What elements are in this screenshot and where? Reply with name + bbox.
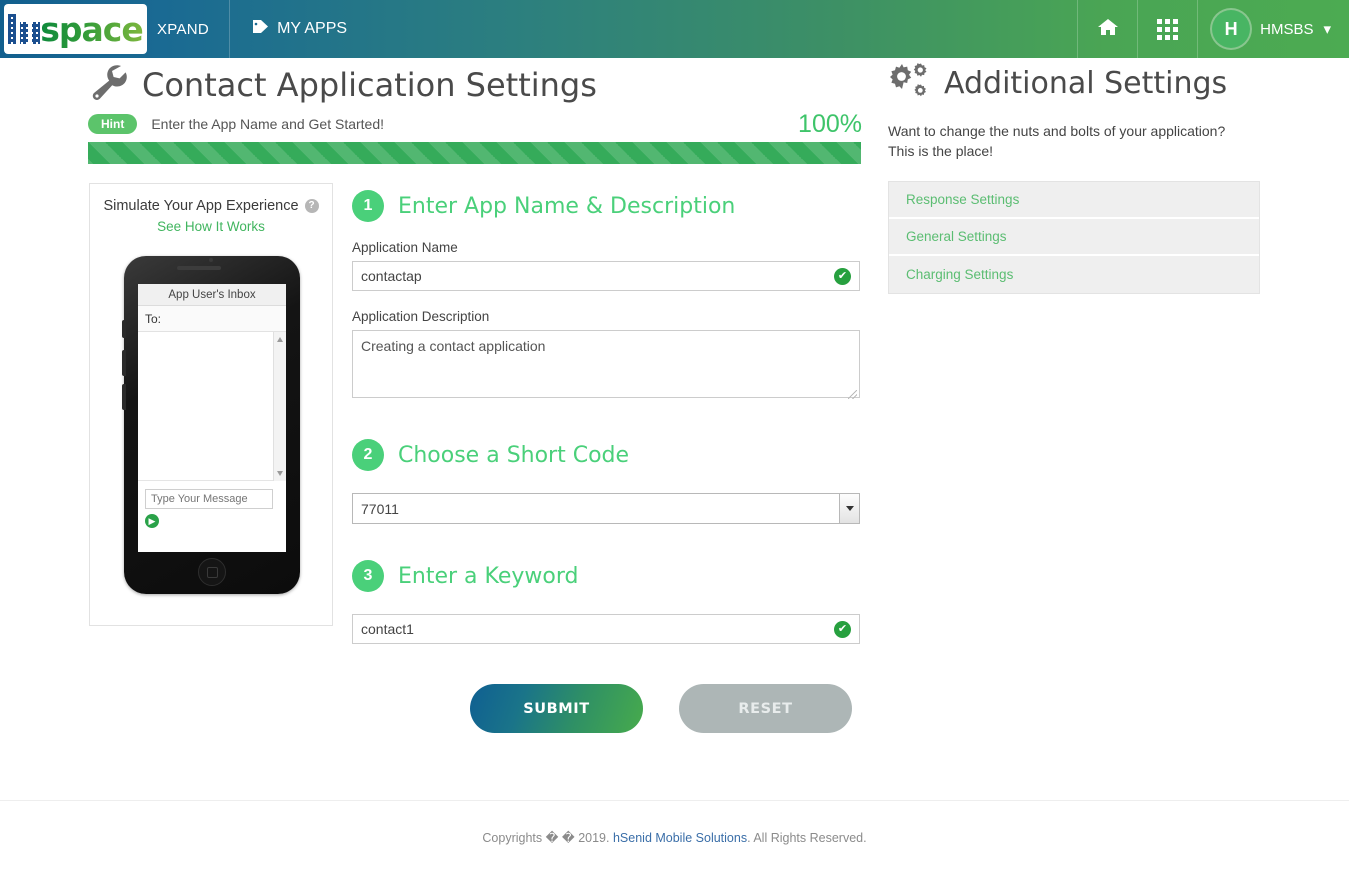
step-2-title: Choose a Short Code	[398, 442, 630, 468]
nav-item-my-apps[interactable]: MY APPS	[230, 0, 369, 58]
application-name-input[interactable]	[352, 261, 860, 291]
message-input[interactable]	[145, 489, 273, 509]
panel-link-general-settings[interactable]: General Settings	[906, 229, 1007, 244]
inbox-title: App User's Inbox	[138, 284, 286, 306]
sidebar-description: Want to change the nuts and bolts of you…	[888, 123, 1226, 159]
submit-button[interactable]: SUBMIT	[470, 684, 643, 733]
inbox-message-area	[138, 332, 286, 481]
step-3-number: 3	[352, 560, 384, 592]
top-navigation-bar: space XPAND MY APPS H HMSBS ▾	[0, 0, 1349, 58]
sidebar-title: Additional Settings	[944, 66, 1228, 101]
progress-percent-label: 100%	[798, 110, 862, 138]
scroll-down-icon[interactable]	[277, 471, 283, 476]
xpand-label: XPAND	[157, 20, 210, 38]
panel-item-charging-settings[interactable]: Charging Settings	[889, 256, 1259, 293]
wrench-icon	[88, 62, 132, 107]
logo-wordmark: space	[8, 9, 144, 49]
copyright-prefix: Copyrights � � 2019.	[482, 831, 610, 845]
phone-mockup: App User's Inbox To: ▶	[122, 256, 300, 594]
help-circle-icon[interactable]: ?	[304, 199, 319, 213]
copyright-text: Copyrights � � 2019. hSenid Mobile Solut…	[482, 830, 866, 845]
page-footer: Copyrights � � 2019. hSenid Mobile Solut…	[0, 800, 1349, 874]
scroll-up-icon[interactable]	[277, 337, 283, 342]
message-composer: ▶	[138, 481, 286, 532]
inbox-scrollbar[interactable]	[273, 332, 286, 481]
copyright-suffix: . All Rights Reserved.	[747, 831, 867, 845]
step-2-number: 2	[352, 439, 384, 471]
simulator-title: Simulate Your App Experience	[103, 198, 299, 214]
company-link[interactable]: hSenid Mobile Solutions	[613, 831, 747, 845]
hint-text: Enter the App Name and Get Started!	[151, 116, 385, 132]
keyword-field-wrap: ✔	[352, 614, 860, 644]
additional-settings-sidebar: Additional Settings Want to change the n…	[888, 60, 1260, 294]
app-simulator-panel: Simulate Your App Experience? See How It…	[89, 183, 333, 626]
chevron-down-icon[interactable]	[839, 494, 859, 523]
home-button[interactable]	[1077, 0, 1137, 58]
nav-item-my-apps-label: MY APPS	[277, 20, 348, 37]
user-name-label: HMSBS	[1260, 20, 1314, 38]
short-code-select-wrap[interactable]: 77011	[352, 493, 860, 524]
see-how-it-works-link[interactable]: See How It Works	[90, 219, 332, 234]
application-name-label: Application Name	[352, 240, 458, 255]
simulator-title-row: Simulate Your App Experience?	[90, 198, 332, 214]
hint-row: Hint Enter the App Name and Get Started!	[88, 114, 384, 134]
top-nav-right-group: H HMSBS ▾	[1077, 0, 1349, 58]
step-1-number: 1	[352, 190, 384, 222]
send-arrow-icon[interactable]: ▶	[145, 514, 159, 528]
inbox-to-label: To:	[138, 306, 286, 332]
user-menu[interactable]: H HMSBS ▾	[1197, 0, 1349, 58]
application-description-field-wrap	[352, 330, 860, 403]
step-3-header: 3 Enter a Keyword	[352, 560, 860, 592]
keyword-input[interactable]	[352, 614, 860, 644]
grid-apps-icon	[1157, 18, 1179, 40]
phone-side-button-1	[122, 320, 126, 338]
apps-grid-button[interactable]	[1137, 0, 1197, 58]
phone-camera-icon	[209, 258, 213, 262]
check-circle-icon: ✔	[834, 268, 851, 285]
additional-settings-panel-list: Response Settings General Settings Charg…	[888, 181, 1260, 294]
phone-side-button-2	[122, 350, 126, 376]
home-icon	[1097, 17, 1119, 42]
application-settings-form: 1 Enter App Name & Description Applicati…	[352, 190, 860, 644]
application-description-label: Application Description	[352, 309, 490, 324]
step-1-title: Enter App Name & Description	[398, 193, 736, 219]
phone-speaker	[177, 266, 221, 270]
page-title: Contact Application Settings	[142, 65, 597, 104]
phone-home-button	[198, 558, 226, 586]
short-code-select-value[interactable]: 77011	[352, 493, 860, 524]
panel-item-general-settings[interactable]: General Settings	[889, 219, 1259, 256]
page-title-row: Contact Application Settings	[88, 62, 597, 107]
panel-link-charging-settings[interactable]: Charging Settings	[906, 267, 1013, 282]
application-description-textarea[interactable]	[352, 330, 860, 398]
sidebar-title-row: Additional Settings	[888, 60, 1260, 107]
avatar: H	[1212, 10, 1251, 48]
panel-link-response-settings[interactable]: Response Settings	[906, 192, 1019, 207]
phone-side-button-3	[122, 384, 126, 410]
panel-item-response-settings[interactable]: Response Settings	[889, 182, 1259, 219]
step-2-header: 2 Choose a Short Code	[352, 439, 860, 471]
logo-space-text: space	[40, 9, 143, 49]
logo-m-icon	[8, 13, 41, 44]
step-1-header: 1 Enter App Name & Description	[352, 190, 860, 222]
phone-screen: App User's Inbox To: ▶	[138, 284, 286, 552]
check-circle-icon: ✔	[834, 621, 851, 638]
hint-badge: Hint	[88, 114, 138, 134]
reset-button[interactable]: RESET	[679, 684, 852, 733]
application-name-field-wrap: ✔	[352, 261, 860, 291]
progress-bar	[88, 142, 861, 164]
chevron-down-icon: ▾	[1323, 21, 1331, 38]
form-action-buttons: SUBMIT RESET	[470, 684, 852, 733]
step-3-title: Enter a Keyword	[398, 563, 579, 589]
tag-icon	[252, 19, 269, 39]
gears-icon	[888, 60, 936, 107]
resize-grip-icon[interactable]	[848, 390, 857, 399]
brand-logo[interactable]: space	[4, 4, 147, 54]
